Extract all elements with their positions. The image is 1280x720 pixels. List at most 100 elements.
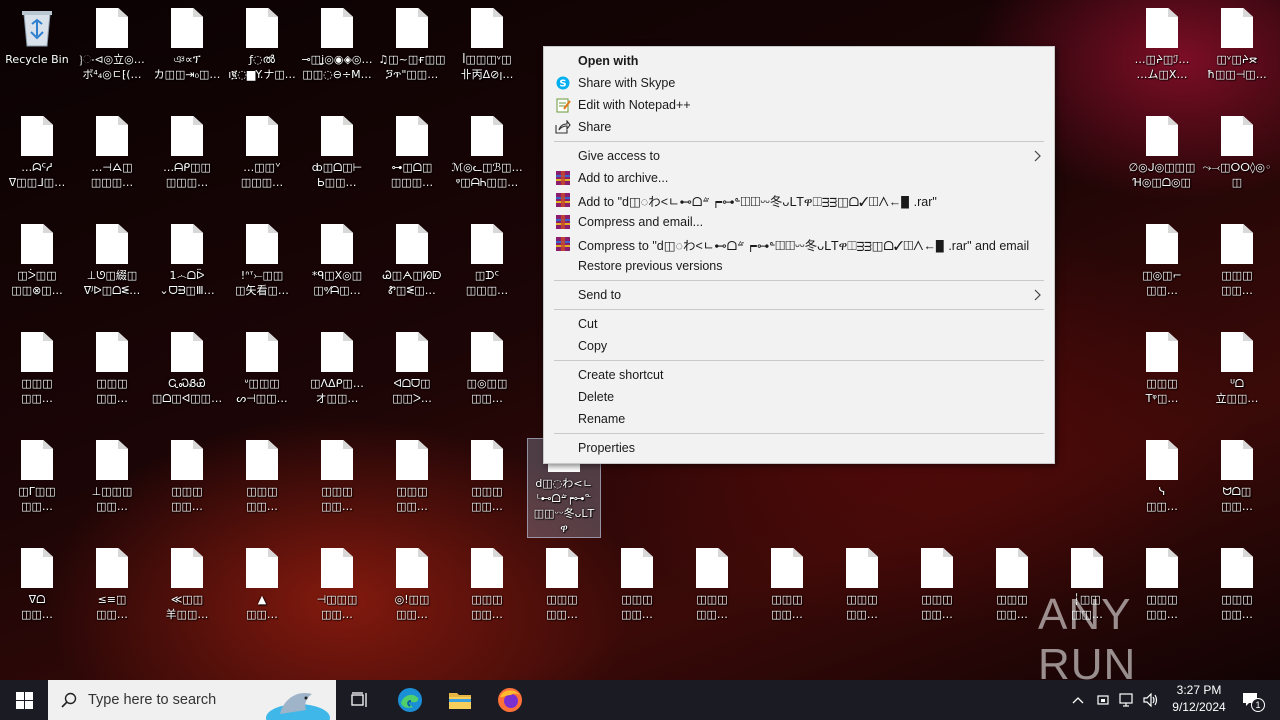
desktop-icon-label: ᐁᗝ ◫◫… — [21, 593, 53, 621]
desktop-file-icon[interactable]: ঞ∝ፕ カ◫◫⇥₀◫… — [150, 2, 224, 102]
menu-item-share-with-skype[interactable]: S Share with Skype — [544, 72, 1054, 94]
menu-item-share[interactable]: Share — [544, 116, 1054, 138]
desktop-file-icon[interactable]: !ᐢᐪ⤚◫◫ ◫矢看◫… — [225, 218, 299, 318]
desktop-file-icon[interactable]: ◫◫◫ ◫◫… — [450, 434, 524, 534]
desktop-file-icon[interactable]: ᐁᗝ ◫◫… — [0, 542, 74, 642]
desktop-file-icon[interactable]: ◫◎◫◫ ◫◫… — [450, 326, 524, 426]
desktop-file-icon[interactable]: ⊥ᘎ◫綴◫ ᐁᴶᐅ◫ᗝᓬ… — [75, 218, 149, 318]
desktop-file-icon[interactable]: …◫ᔨ◫ℐ… …ム◫Ⅹ… — [1125, 2, 1199, 102]
menu-item-send-to[interactable]: Send to — [544, 284, 1054, 306]
menu-item-label: Rename — [578, 412, 626, 426]
recycle-bin[interactable]: Recycle Bin — [0, 2, 74, 102]
file-icon — [246, 548, 278, 588]
desktop-file-icon[interactable]: ◫ᵛ◫ᔨᯖ ħ◫◫⊣◫… — [1200, 2, 1274, 102]
menu-item-label: Create shortcut — [578, 368, 664, 382]
tray-device-button[interactable] — [1092, 680, 1114, 720]
desktop-file-icon[interactable]: ◫◫◫ ◫◫… — [525, 542, 599, 642]
desktop-file-icon[interactable]: ◫◫◫ ◫◫… — [450, 542, 524, 642]
menu-item-compress-to-d-t-rar-and-email[interactable]: Compress to "d◫◌わ<ㄴ⊷ᗝᣝ┍⊶ᓐ◫◫ᵕᵕ冬ᴗᒪTዋ◫ᴟᴟ◫ᗝ✓… — [544, 233, 1054, 255]
menu-item-properties[interactable]: Properties — [544, 437, 1054, 459]
menu-item-create-shortcut[interactable]: Create shortcut — [544, 364, 1054, 386]
firefox-taskbar-button[interactable] — [486, 680, 534, 720]
desktop-file-icon[interactable]: ◫◫◫ ◫◫… — [675, 542, 749, 642]
desktop-file-icon[interactable]: ƒ◌ൽ ı፪◌▆Y.ナ◫… — [225, 2, 299, 102]
volume-button[interactable] — [1140, 680, 1162, 720]
menu-item-add-to-d-t-rar[interactable]: Add to "d◫◌わ<ㄴ⊷ᗝᣝ┍⊶ᓐ◫◫ᵕᵕ冬ᴗᒪTዋ◫ᴟᴟ◫ᗝ✓◫⋀←▋.… — [544, 189, 1054, 211]
task-view-button[interactable] — [336, 680, 384, 720]
menu-item-copy[interactable]: Copy — [544, 335, 1054, 357]
desktop-file-icon[interactable]: ᐊᗝᗜ◫ ◫◫ᐳ… — [375, 326, 449, 426]
desktop-file-icon[interactable]: ♫◫~◫ғ◫◫ ጛጥ"◫◫… — [375, 2, 449, 102]
desktop-file-icon[interactable]: ◫ᗪᑦ ◫◫◫… — [450, 218, 524, 318]
desktop-file-icon[interactable]: ◫◫◫ ◫◫… — [600, 542, 674, 642]
file-explorer-taskbar-button[interactable] — [436, 680, 484, 720]
desktop-file-icon[interactable]: ◫◫◫ ◫◫… — [375, 434, 449, 534]
desktop-file-icon[interactable]: ⊣◫◫◫ ◫◫… — [300, 542, 374, 642]
menu-item-restore-previous-versions[interactable]: Restore previous versions — [544, 255, 1054, 277]
desktop-file-icon[interactable]: …ᗩᑭ◫◫ ◫◫◫… — [150, 110, 224, 210]
file-icon — [246, 332, 278, 372]
desktop-file-icon[interactable]: ◫◫◫ ◫◫… — [0, 326, 74, 426]
desktop-file-icon[interactable]: ◫◫◫ ◫◫… — [825, 542, 899, 642]
desktop-file-icon[interactable]: ᐡ◫◫◫ ᔕ⊣◫◫… — [225, 326, 299, 426]
desktop-file-icon[interactable]: ⊥◫◫◫ ◫◫… — [75, 434, 149, 534]
desktop-file-icon[interactable]: ◫◫◫ Tᵠ◫… — [1125, 326, 1199, 426]
desktop-file-icon[interactable]: ℳ◎ᓚ◫ℬ◫… ᵠ◫ᗩᏂ◫◫… — [450, 110, 524, 210]
menu-item-edit-with-notepad[interactable]: Edit with Notepad++ — [544, 94, 1054, 116]
desktop-file-icon[interactable]: ◫ᐱᐃᑭ◫… オ◫◫… — [300, 326, 374, 426]
desktop-file-icon[interactable]: …ᗣᑦᓱ ᐁ◫◫ᒧ◫… — [0, 110, 74, 210]
menu-item-cut[interactable]: Cut — [544, 313, 1054, 335]
desktop-file-icon[interactable]: ◫◫◫ ◫◫… — [900, 542, 974, 642]
menu-item-add-to-archive[interactable]: Add to archive... — [544, 167, 1054, 189]
desktop-file-icon[interactable]: ≪◫◫ 羊◫◫… — [150, 542, 224, 642]
start-button[interactable] — [0, 680, 48, 720]
desktop-file-icon[interactable]: ◫◫◫ ◫◫… — [300, 434, 374, 534]
desktop-file-icon[interactable]: 1෴ᗝᐇ ⌄ᗜᗲ◫Ⅲ… — [150, 218, 224, 318]
desktop-file-icon[interactable]: ◫◫◫ ◫◫… — [225, 434, 299, 534]
desktop-file-icon[interactable]: Ꮚ◫ᗅ◫ᘗᗟ Ꮡ◫ᓬ◫… — [375, 218, 449, 318]
desktop-file-icon[interactable]: ◫◫◫ ◫◫… — [750, 542, 824, 642]
desktop-file-icon[interactable]: ᗢᗝ◫ ◫◫… — [1200, 434, 1274, 534]
taskbar-clock[interactable]: 3:27 PM 9/12/2024 — [1160, 682, 1238, 716]
file-icon — [96, 224, 128, 264]
menu-item-open-with[interactable]: Open with — [544, 50, 1054, 72]
desktop-file-icon[interactable]: ◫◫◫ ◫◫… — [150, 434, 224, 534]
edge-taskbar-button[interactable] — [386, 680, 434, 720]
taskbar-search-box[interactable]: Type here to search — [48, 680, 336, 720]
desktop-file-icon[interactable]: ◫◎◫⌐ ◫◫… — [1125, 218, 1199, 318]
file-icon — [921, 548, 953, 588]
menu-item-delete[interactable]: Delete — [544, 386, 1054, 408]
desktop-file-icon[interactable]: …◫◫ᘁ ◫◫◫… — [225, 110, 299, 210]
desktop-file-icon[interactable]: ◫ᒥ◫◫ ◫◫… — [0, 434, 74, 534]
desktop-file-icon[interactable]: ᓑᗝ 立◫◫… — [1200, 326, 1274, 426]
menu-separator — [554, 360, 1044, 361]
desktop-file-icon[interactable]: ◫ᐴ◫◫ ◫◫⊗◫… — [0, 218, 74, 318]
desktop-file-icon[interactable]: ⤳⤙◫ⵔⵔ◊◎◦◫ ᓬ͏ꞁ◫◫ꞁ◫ᐱ◫Ş… — [1200, 110, 1274, 210]
desktop-file-icon[interactable]: }ං⊲◎立◎… ボ⁴₄◎ㄷ⁅(… — [75, 2, 149, 102]
desktop-file-icon[interactable]: ▲ ◫◫… — [225, 542, 299, 642]
show-hidden-icons-button[interactable] — [1068, 680, 1088, 720]
desktop-icon-label: ◫◫◫ ◫◫… — [846, 593, 878, 621]
desktop-file-icon[interactable]: ∅◎ᒍ◎◫◫◫ Ɦ◎◫ᗝ◎◫◫… — [1125, 110, 1199, 210]
desktop-file-icon[interactable]: *ᑫ◫X◎◫ ◫ᵠ⁄ᗩ◫… — [300, 218, 374, 318]
desktop-file-icon[interactable]: ⊸◫ʝ◎◉◈◎… ◫◫◌⊖÷M… — [300, 2, 374, 102]
desktop-file-icon[interactable]: ◫◫◫ ◫◫… — [1200, 218, 1274, 318]
notification-center-button[interactable]: 1 — [1236, 680, 1266, 720]
desktop-file-icon[interactable]: ᏩᏍᏰᏯ ◫ᗝ◫ᐊ◫◫… — [150, 326, 224, 426]
desktop-file-icon[interactable]: ꟾ◫◫◫ᵛ◫ 卝丙ᐃ⊘ꞁ… — [450, 2, 524, 102]
desktop-file-icon[interactable]: ◫◫◫ ◫◫… — [75, 326, 149, 426]
desktop-file-icon[interactable]: ⊶◫ᗝ◫ ◫◫◫… — [375, 110, 449, 210]
menu-item-rename[interactable]: Rename — [544, 408, 1054, 430]
network-status-button[interactable] — [1116, 680, 1138, 720]
menu-item-label: Compress to "d◫◌わ<ㄴ⊷ᗝᣝ┍⊶ᓐ◫◫ᵕᵕ冬ᴗᒪTዋ◫ᴟᴟ◫ᗝ✓… — [578, 238, 1030, 253]
file-icon — [321, 8, 353, 48]
menu-item-give-access-to[interactable]: Give access to — [544, 145, 1054, 167]
desktop-icon-label: ≤≡◫ ◫◫… — [96, 593, 128, 621]
desktop-icon-label: ◫◫◫ ◫◫… — [771, 593, 803, 621]
desktop-file-icon[interactable]: ȸ◫ᗝ◫⊢ Ꮟ◫◫… — [300, 110, 374, 210]
desktop-file-icon[interactable]: ᓭ ◫◫… — [1125, 434, 1199, 534]
desktop-file-icon[interactable]: …⊣ᗋ◫ ◫◫◫… — [75, 110, 149, 210]
desktop-file-icon[interactable]: ◎!◫◫ ◫◫… — [375, 542, 449, 642]
desktop-file-icon[interactable]: ≤≡◫ ◫◫… — [75, 542, 149, 642]
menu-item-compress-and-email[interactable]: Compress and email... — [544, 211, 1054, 233]
